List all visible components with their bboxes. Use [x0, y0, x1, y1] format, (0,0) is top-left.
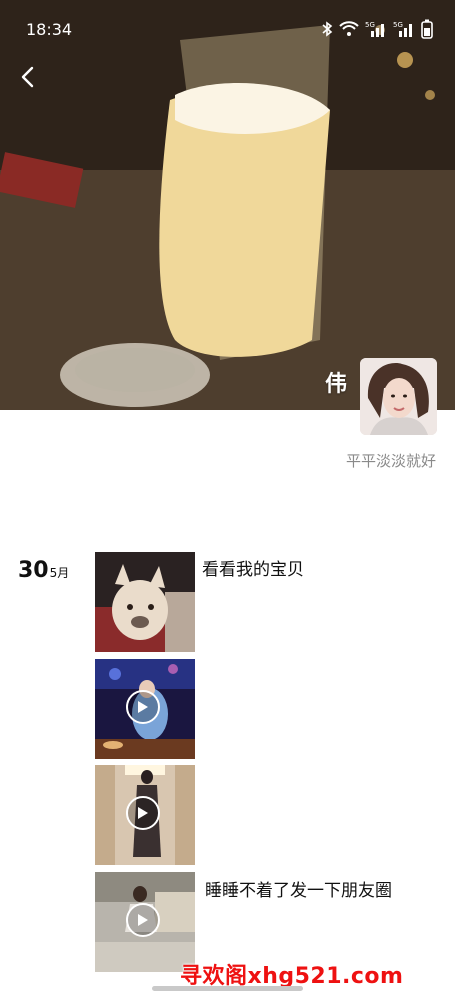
play-icon — [138, 914, 148, 926]
play-button[interactable] — [126, 796, 160, 830]
status-time: 18:34 — [26, 20, 73, 39]
post-month: 5月 — [49, 566, 70, 580]
play-button[interactable] — [126, 690, 160, 724]
back-button[interactable] — [12, 62, 42, 92]
home-indicator[interactable] — [152, 986, 303, 991]
5g-signal-icon: 5G — [365, 20, 387, 38]
status-icons: 5G 5G — [321, 18, 433, 40]
post-caption: 睡睡不着了发一下朋友圈 — [205, 881, 392, 901]
status-bar: 18:34 5G 5G — [0, 0, 455, 58]
dog-photo — [95, 552, 195, 652]
bluetooth-icon — [321, 21, 333, 37]
signal-label: 5G — [365, 21, 375, 29]
post-caption: 看看我的宝贝 — [202, 560, 304, 580]
play-icon — [138, 701, 148, 713]
5g-signal-icon: 5G — [393, 20, 415, 38]
signal-label: 5G — [393, 21, 403, 29]
chevron-left-icon — [21, 66, 34, 88]
avatar-photo — [360, 358, 437, 435]
play-button[interactable] — [126, 903, 160, 937]
cover-photo[interactable]: 18:34 5G 5G 伟 — [0, 0, 455, 410]
avatar[interactable] — [360, 358, 437, 435]
profile-signature: 平平淡淡就好 — [345, 452, 436, 470]
profile-name: 伟 — [324, 372, 347, 397]
post-video-thumbnail[interactable] — [95, 872, 195, 972]
post-photo-thumbnail[interactable] — [95, 552, 195, 652]
post-video-thumbnail[interactable] — [95, 659, 195, 759]
play-icon — [138, 807, 148, 819]
post-date: 30 5月 — [18, 558, 69, 583]
battery-icon — [421, 19, 433, 39]
post-video-thumbnail[interactable] — [95, 765, 195, 865]
post-day: 30 — [18, 558, 49, 583]
wifi-icon — [339, 21, 359, 37]
beer-glass-photo — [0, 0, 455, 410]
